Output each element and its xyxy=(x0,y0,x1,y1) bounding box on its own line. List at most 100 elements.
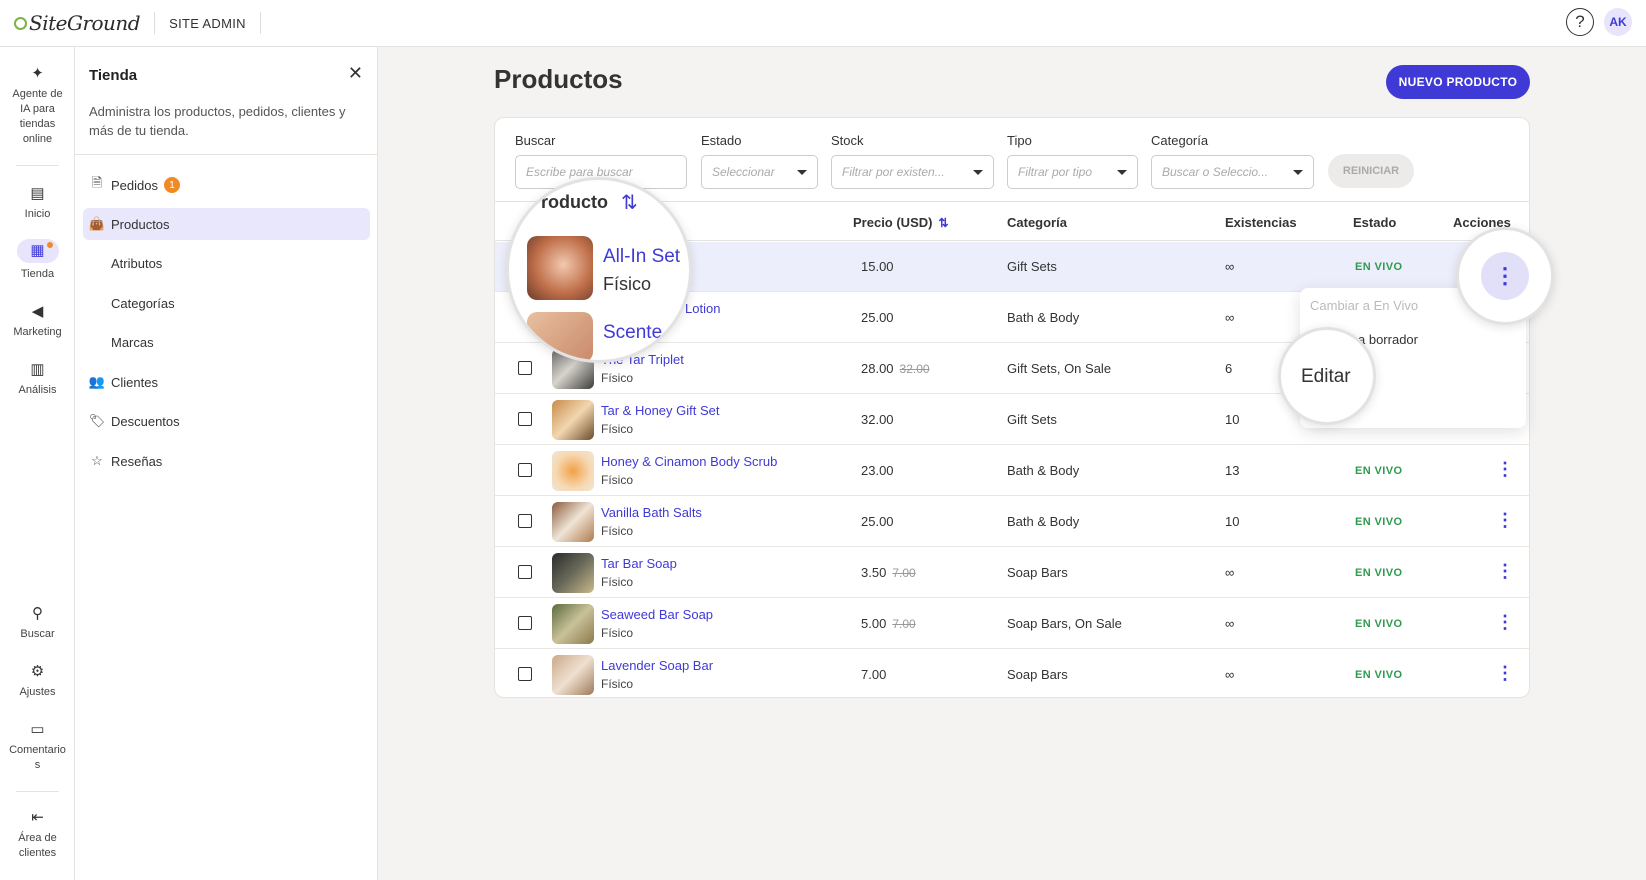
row-actions-icon[interactable]: ⋮ xyxy=(1496,562,1514,580)
site-admin-label: SITE ADMIN xyxy=(169,15,246,31)
rail-item-ai-agent[interactable]: ✦ Agente de IA para tiendas online xyxy=(0,65,75,147)
users-icon: 👥 xyxy=(88,374,106,389)
row-checkbox[interactable] xyxy=(518,361,532,375)
chevron-down-icon xyxy=(1293,169,1303,175)
rail-item-inicio[interactable]: ▤ Inicio xyxy=(0,185,75,222)
rail-item-analisis[interactable]: ▥ Análisis xyxy=(0,361,75,398)
row-actions-icon[interactable]: ⋮ xyxy=(1481,252,1529,300)
rail-item-area-clientes[interactable]: ⇤ Área de clientes xyxy=(0,809,75,861)
menu-item-set-live[interactable]: Cambiar a En Vivo xyxy=(1310,298,1418,313)
nav-item-clientes[interactable]: 👥 Clientes xyxy=(83,366,370,398)
status-badge: EN VIVO xyxy=(1355,669,1403,681)
product-thumbnail xyxy=(527,236,593,300)
status-badge: EN VIVO xyxy=(1355,567,1403,579)
rail-divider xyxy=(16,165,59,166)
filter-stock: Stock Filtrar por existen... xyxy=(831,133,994,189)
panel-title: Tienda xyxy=(89,67,138,84)
rail-item-buscar[interactable]: ⚲ Buscar xyxy=(0,605,75,642)
new-product-button[interactable]: NUEVO PRODUCTO xyxy=(1386,65,1530,99)
table-row[interactable]: Honey & Cinamon Body Scrub Físico 23.00 … xyxy=(495,446,1529,496)
row-actions-icon[interactable]: ⋮ xyxy=(1496,664,1514,682)
nav-item-categorias[interactable]: Categorías xyxy=(83,287,370,319)
categoria-select[interactable]: Buscar o Seleccio... xyxy=(1151,155,1314,189)
magnifier-edit: Editar xyxy=(1278,327,1376,425)
chevron-down-icon xyxy=(1117,169,1127,175)
receipt-icon: 🗎 xyxy=(91,175,103,190)
magnifier-product: Producto ⇅ All-In Set Físico Scente xyxy=(506,177,692,363)
close-icon[interactable]: ✕ xyxy=(348,63,363,84)
column-status: Estado xyxy=(1353,215,1397,230)
product-thumbnail xyxy=(552,553,594,593)
gear-icon: ⚙ xyxy=(30,663,45,680)
column-price[interactable]: Precio (USD) ⇅ xyxy=(853,215,949,230)
rail-item-tienda[interactable]: ▦ Tienda xyxy=(0,239,75,282)
nav-item-productos[interactable]: 👜 Productos xyxy=(83,208,370,240)
nav-item-marcas[interactable]: Marcas xyxy=(83,326,370,358)
status-badge: EN VIVO xyxy=(1355,618,1403,630)
pedidos-badge: 1 xyxy=(163,177,180,193)
column-stock: Existencias xyxy=(1225,215,1297,230)
row-checkbox[interactable] xyxy=(518,667,532,681)
store-icon: ▦ xyxy=(16,239,59,263)
sort-icon[interactable]: ⇅ xyxy=(938,216,948,230)
panel-divider xyxy=(75,154,378,155)
siteground-logo[interactable]: SiteGround xyxy=(14,11,141,35)
row-checkbox[interactable] xyxy=(518,514,532,528)
row-checkbox[interactable] xyxy=(518,463,532,477)
table-row[interactable]: Tar Bar Soap Físico 3.50 7.00 Soap Bars ∞… xyxy=(495,548,1529,598)
page-title: Productos xyxy=(494,64,623,94)
nav-item-resenas[interactable]: ☆ Reseñas xyxy=(83,445,370,477)
row-actions-icon[interactable]: ⋮ xyxy=(1496,613,1514,631)
status-badge: EN VIVO xyxy=(1355,465,1403,477)
product-name-link[interactable]: Lavender Soap Bar xyxy=(601,658,713,673)
menu-item-to-draft[interactable]: a borrador xyxy=(1358,332,1418,347)
column-category: Categoría xyxy=(1007,215,1067,230)
product-name-link[interactable]: Tar Bar Soap xyxy=(601,556,677,571)
comment-icon: ▭ xyxy=(30,721,45,738)
tag-icon: 🏷 xyxy=(88,413,106,428)
chart-icon: ▥ xyxy=(30,361,45,378)
chevron-down-icon xyxy=(797,169,807,175)
menu-item-edit[interactable]: Editar xyxy=(1301,366,1351,388)
header-divider-2 xyxy=(259,12,261,34)
table-row[interactable]: Seaweed Bar Soap Físico 5.00 7.00 Soap Ba… xyxy=(495,599,1529,649)
row-checkbox[interactable] xyxy=(518,412,532,426)
estado-select[interactable]: Seleccionar xyxy=(701,155,818,189)
product-thumbnail xyxy=(552,655,594,695)
nav-item-descuentos[interactable]: 🏷 Descuentos xyxy=(83,405,370,437)
sort-icon[interactable]: ⇅ xyxy=(621,190,638,215)
row-actions-icon[interactable]: ⋮ xyxy=(1496,460,1514,478)
nav-item-pedidos[interactable]: 🗎 Pedidos 1 xyxy=(83,169,370,201)
icon-rail: ✦ Agente de IA para tiendas online ▤ Ini… xyxy=(0,47,75,880)
row-actions-icon[interactable]: ⋮ xyxy=(1496,511,1514,529)
bag-icon: 👜 xyxy=(88,216,106,231)
help-icon[interactable]: ? xyxy=(1566,8,1594,36)
stock-select[interactable]: Filtrar por existen... xyxy=(831,155,994,189)
row-checkbox[interactable] xyxy=(518,565,532,579)
table-row[interactable]: Lavender Soap Bar Físico 7.00 Soap Bars … xyxy=(495,650,1529,697)
notification-dot xyxy=(46,242,53,248)
product-name-link[interactable]: Vanilla Bath Salts xyxy=(601,505,702,520)
logo-mark-icon xyxy=(14,16,27,30)
rail-item-comentarios[interactable]: ▭ Comentarios xyxy=(0,721,75,773)
rail-item-marketing[interactable]: ◀ Marketing xyxy=(0,303,75,340)
table-row[interactable]: Vanilla Bath Salts Físico 25.00 Bath & B… xyxy=(495,497,1529,547)
product-thumbnail xyxy=(552,400,594,440)
filter-tipo: Tipo Filtrar por tipo xyxy=(1007,133,1138,189)
product-thumbnail xyxy=(527,312,593,360)
product-thumbnail xyxy=(552,451,594,491)
nav-item-atributos[interactable]: Atributos xyxy=(83,247,370,279)
status-badge: EN VIVO xyxy=(1355,261,1403,273)
rail-divider-2 xyxy=(16,791,59,792)
product-name-link[interactable]: Tar & Honey Gift Set xyxy=(601,403,720,418)
row-checkbox[interactable] xyxy=(518,616,532,630)
product-name-link[interactable]: Honey & Cinamon Body Scrub xyxy=(601,454,777,469)
product-name-link[interactable]: Seaweed Bar Soap xyxy=(601,607,713,622)
reset-button[interactable]: REINICIAR xyxy=(1328,154,1414,188)
avatar[interactable]: AK xyxy=(1604,8,1632,36)
status-badge: EN VIVO xyxy=(1355,516,1403,528)
megaphone-icon: ◀ xyxy=(31,303,44,320)
rail-item-ajustes[interactable]: ⚙ Ajustes xyxy=(0,663,75,700)
product-thumbnail xyxy=(552,502,594,542)
tipo-select[interactable]: Filtrar por tipo xyxy=(1007,155,1138,189)
